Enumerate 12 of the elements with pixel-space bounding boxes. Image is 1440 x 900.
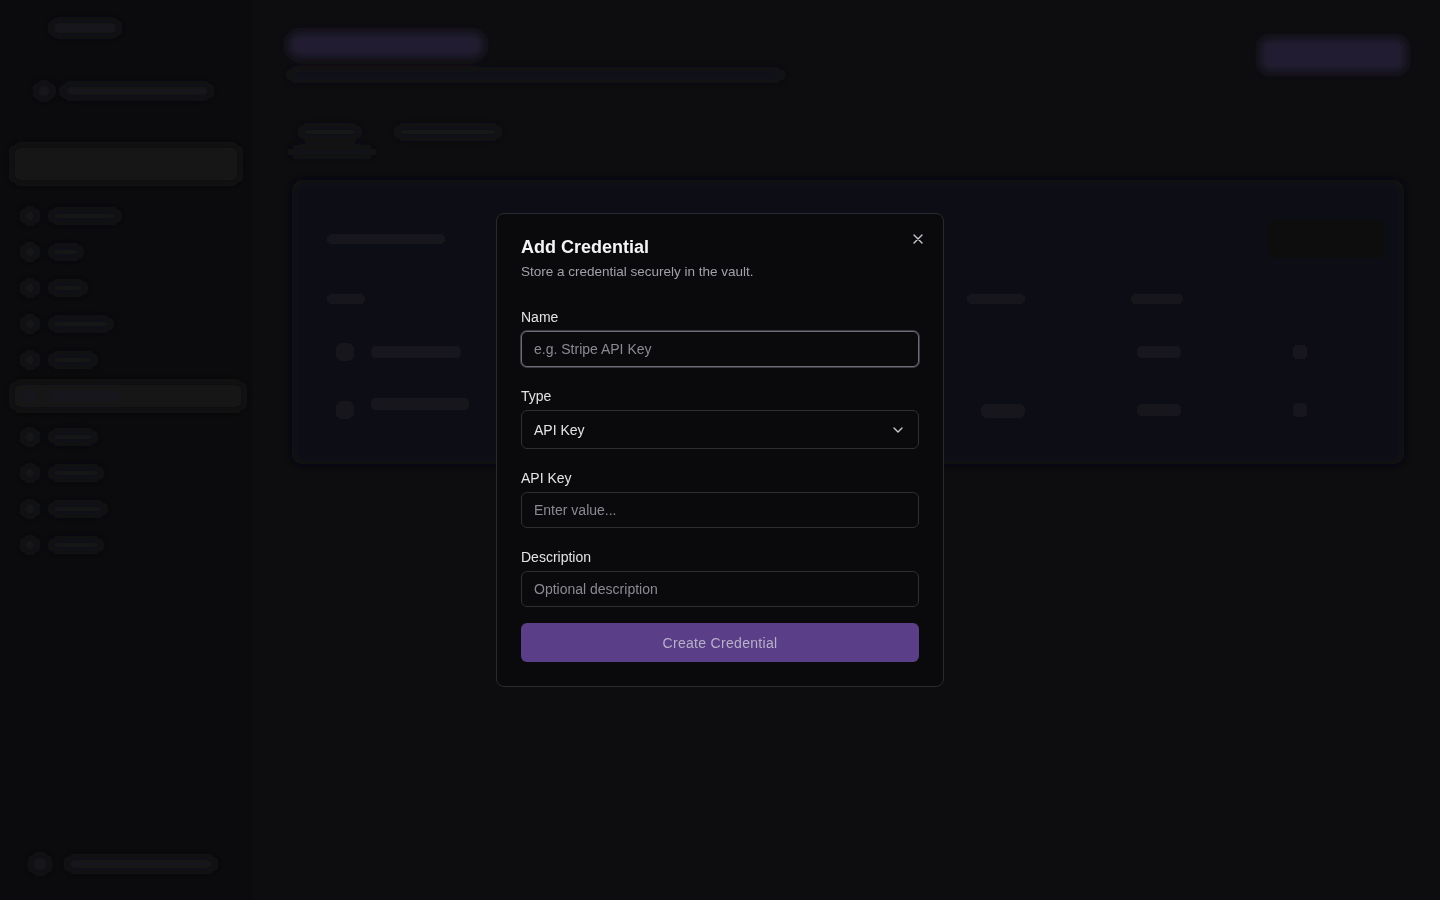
dialog-subtitle: Store a credential securely in the vault.	[521, 263, 755, 281]
type-dropdown[interactable]: API Key	[521, 410, 919, 449]
field-label: Description	[521, 548, 593, 566]
chevron-down-icon	[892, 425, 904, 434]
close-icon	[912, 233, 924, 245]
input-field[interactable]: e.g. Stripe API Key	[521, 331, 919, 367]
field-label: Name	[521, 308, 560, 326]
field-label: API Key	[521, 469, 573, 487]
input-field[interactable]: Enter value...	[521, 492, 919, 528]
dialog-title: Add Credential	[521, 236, 650, 258]
input-field[interactable]: Optional description	[521, 571, 919, 607]
field-label: Type	[521, 387, 553, 405]
